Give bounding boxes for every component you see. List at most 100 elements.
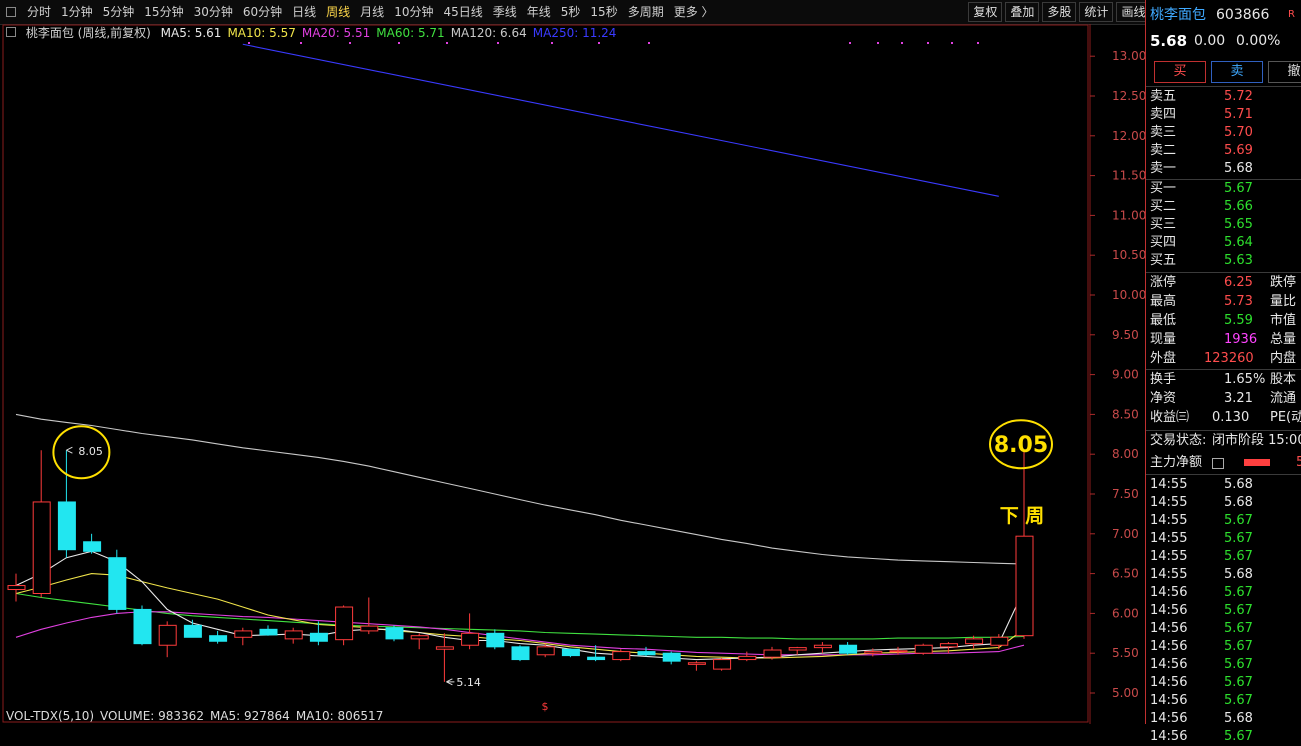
candle-up[interactable]	[713, 659, 732, 670]
period-tab-13[interactable]: 5秒	[556, 0, 586, 24]
candle-down[interactable]	[83, 541, 102, 552]
candle-up[interactable]	[7, 585, 26, 591]
candle-up[interactable]	[284, 630, 303, 640]
stat-value: 123260	[1204, 351, 1254, 366]
period-tab-11[interactable]: 季线	[488, 0, 522, 24]
period-tab-8[interactable]: 月线	[355, 0, 389, 24]
stat-row: 涨停 6.25 跌停	[1150, 274, 1301, 292]
ma-legend-item: MA10: 5.57	[227, 26, 296, 40]
bid-price: 5.67	[1224, 181, 1253, 196]
candle-up[interactable]	[763, 649, 782, 658]
candle-up[interactable]	[32, 501, 51, 594]
candle-down[interactable]	[662, 652, 681, 662]
next-week-note: 下 周	[1000, 505, 1045, 527]
candle-down[interactable]	[309, 632, 328, 642]
candle-up[interactable]	[687, 662, 706, 665]
period-tab-1[interactable]: 1分钟	[56, 0, 98, 24]
period-tab-0[interactable]: 分时	[22, 0, 56, 24]
period-tab-12[interactable]: 年线	[522, 0, 556, 24]
candle-down[interactable]	[133, 608, 152, 645]
candle-down[interactable]	[259, 628, 278, 636]
event-marker	[398, 42, 400, 44]
period-tab-15[interactable]: 多周期	[623, 0, 669, 24]
stat-value: 3.21	[1224, 391, 1253, 406]
period-tab-14[interactable]: 15秒	[585, 0, 622, 24]
candle-down[interactable]	[385, 627, 404, 640]
ask-label: 卖一	[1150, 161, 1177, 176]
candle-down[interactable]	[511, 646, 530, 661]
candle-up[interactable]	[990, 636, 1009, 646]
candle-up[interactable]	[360, 625, 379, 632]
flow-info-icon[interactable]	[1212, 458, 1224, 469]
candle-up[interactable]	[939, 643, 958, 648]
period-tab-6[interactable]: 日线	[287, 0, 321, 24]
volume-legend-item: VOL-TDX(5,10)	[6, 709, 95, 723]
ma-legend-item: MA5: 5.61	[160, 26, 222, 40]
candle-up[interactable]	[234, 630, 253, 638]
candle-down[interactable]	[587, 656, 606, 661]
tick-price: 5.67	[1224, 603, 1253, 618]
event-marker	[551, 42, 553, 44]
period-tab-9[interactable]: 10分钟	[389, 0, 438, 24]
ask-price: 5.71	[1224, 107, 1253, 122]
candle-up[interactable]	[889, 650, 908, 653]
tick-time: 14:55	[1150, 477, 1188, 492]
candle-down[interactable]	[108, 557, 127, 610]
candle-up[interactable]	[738, 655, 757, 661]
chart-menu-icon[interactable]	[6, 27, 16, 37]
candle-up[interactable]	[788, 647, 807, 651]
candle-up[interactable]	[864, 651, 883, 654]
tool-button-0[interactable]: 复权	[968, 2, 1003, 22]
period-tab-3[interactable]: 15分钟	[139, 0, 188, 24]
tick-row: 14:56 5.67	[1150, 602, 1301, 620]
volume-legend: VOL-TDX(5,10) VOLUME: 983362 MA5: 927864 MA…	[6, 708, 389, 724]
ask-row: 卖二 5.69	[1150, 142, 1301, 160]
stat-value: 1.65%	[1224, 372, 1266, 387]
cancel-button[interactable]: 撤	[1268, 61, 1301, 83]
period-tab-16[interactable]: 更多 〉	[669, 0, 719, 24]
candle-down[interactable]	[486, 632, 505, 648]
period-tab-2[interactable]: 5分钟	[98, 0, 140, 24]
volume-legend-item: MA5: 927864	[209, 709, 290, 723]
candle-up[interactable]	[1015, 535, 1034, 637]
candle-up[interactable]	[612, 651, 631, 661]
candle-down[interactable]	[209, 635, 228, 642]
tick-row: 14:56 5.67	[1150, 656, 1301, 674]
candle-up[interactable]	[965, 638, 984, 645]
candle-down[interactable]	[183, 624, 202, 638]
candle-down[interactable]	[637, 651, 656, 656]
stat-label: 现量	[1150, 332, 1177, 347]
tool-button-2[interactable]: 多股	[1042, 2, 1077, 22]
candle-down[interactable]	[561, 648, 580, 657]
period-tab-10[interactable]: 45日线	[438, 0, 487, 24]
candle-up[interactable]	[435, 646, 454, 650]
y-tick-label: 8.00	[1112, 447, 1139, 461]
y-tick-label: 8.50	[1112, 407, 1139, 421]
candle-up[interactable]	[410, 635, 429, 640]
tick-time: 14:56	[1150, 657, 1188, 672]
candle-down[interactable]	[57, 501, 76, 551]
ask-row: 卖三 5.70	[1150, 124, 1301, 142]
candle-up[interactable]	[158, 624, 177, 646]
period-tab-5[interactable]: 60分钟	[238, 0, 287, 24]
period-tab-4[interactable]: 30分钟	[189, 0, 238, 24]
bid-price: 5.64	[1224, 235, 1253, 250]
candle-down[interactable]	[839, 644, 858, 654]
buy-button[interactable]: 买	[1154, 61, 1206, 83]
bid-row: 买二 5.66	[1150, 198, 1301, 216]
divider	[1146, 430, 1301, 431]
tool-button-3[interactable]: 统计	[1079, 2, 1114, 22]
candle-up[interactable]	[914, 644, 933, 654]
stat-value: 5.73	[1224, 294, 1253, 309]
kline-chart[interactable]: 5.00 5.50 6.00 6.50 7.00 7.50 8.00 8.50 9.00 9.50…	[0, 24, 1145, 724]
window-menu-icon[interactable]	[6, 7, 16, 17]
tool-button-1[interactable]: 叠加	[1005, 2, 1040, 22]
candle-up[interactable]	[536, 646, 555, 656]
candle-up[interactable]	[813, 644, 832, 649]
candle-up[interactable]	[335, 606, 354, 641]
stat-label-2: 股本	[1270, 372, 1297, 387]
stat-label-2: 流通	[1270, 391, 1297, 406]
period-tab-7[interactable]: 周线	[321, 0, 355, 24]
sell-button[interactable]: 卖	[1211, 61, 1263, 83]
candle-up[interactable]	[461, 632, 480, 646]
